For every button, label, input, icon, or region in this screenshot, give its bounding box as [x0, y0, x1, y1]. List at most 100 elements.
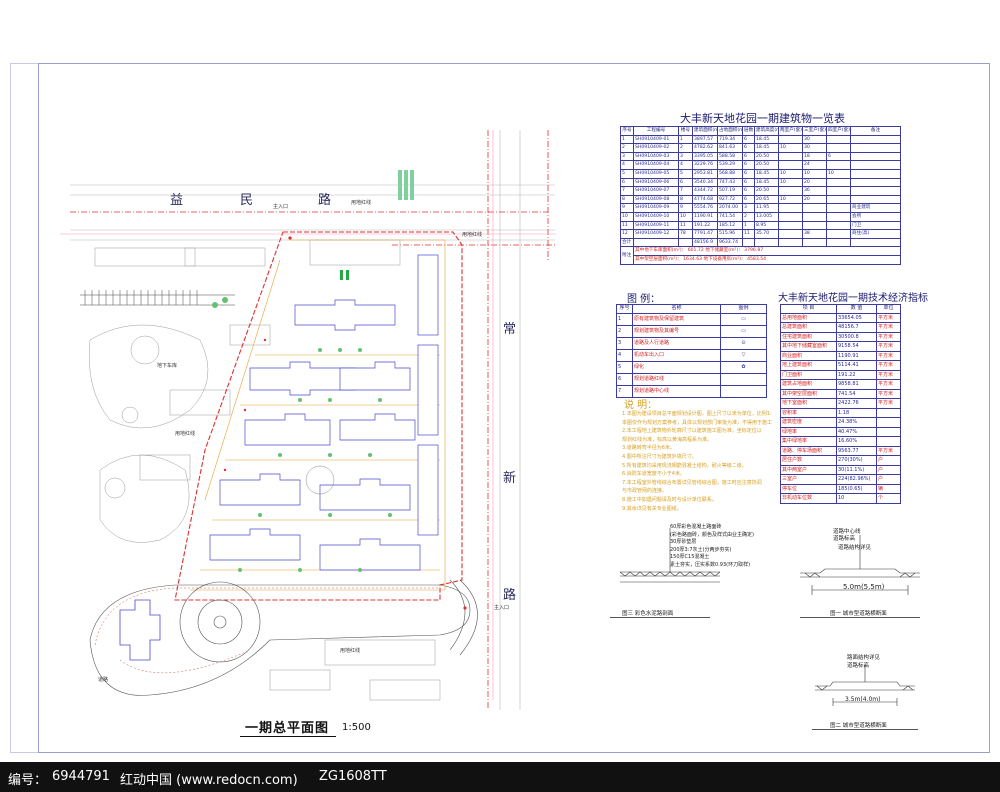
table-cell: 4782.62 [692, 143, 718, 153]
econ-cell: 平方米 [876, 379, 901, 390]
table-cell: 6 [742, 160, 755, 170]
table-cell: 10 [802, 168, 827, 179]
section-layer: 150厚C15混凝土 [670, 554, 710, 560]
table-cell: 38 [802, 229, 827, 239]
table-cell: 6 [742, 194, 755, 205]
watermark-site: 红动中国 (www.redocn.com) [120, 773, 298, 788]
site-line-label-1: 用地红线 [351, 200, 372, 206]
building-table-header-cell: 备注 [850, 126, 901, 136]
note-item: 1.本图为建设项目总平面规划设计图，图上尺寸以米为单位，比例1:1000 [622, 411, 772, 417]
econ-cell: 容积率 [780, 407, 837, 419]
econ-row: 其中架空层面积 741.54 平方米 [780, 388, 901, 400]
table-cell: 6 [742, 168, 755, 179]
table-cell [778, 151, 803, 162]
table-cell: 合计 [620, 237, 634, 248]
econ-row: 集中绿地率 16.60% [780, 436, 901, 447]
section-layer: 60厚彩色混凝土路面砖 [670, 524, 722, 530]
legend-row: 3 道路及人行道路 ⊙ [616, 336, 767, 350]
table-cell [850, 194, 901, 205]
table-cell: 4774.68 [692, 194, 718, 205]
legend-row: 6 规划道路红线 [616, 372, 767, 386]
table-cell: SH0910409-11 [633, 220, 679, 231]
table-row: 2 SH0910409-02 2 4782.62 841.63 6 18.45 10 30 [620, 143, 901, 153]
econ-cell: 平方米 [876, 312, 901, 324]
table-cell: 515.96 [717, 229, 743, 239]
table-cell [826, 211, 851, 222]
econ-row: 居住户数 270(30%) 户 [780, 455, 901, 466]
table-cell: 741.54 [717, 211, 743, 222]
econ-cell: 建筑占地面积 [780, 379, 837, 390]
table-cell: 8.95 [754, 220, 779, 231]
econ-row: 建筑占地面积 9858.81 平方米 [780, 379, 901, 390]
legend-cell: 3 [616, 336, 633, 350]
table-cell: 13.005 [754, 211, 779, 222]
table-row: 7 SH0910409-07 7 4344.72 507.19 6 20.50 36 [620, 186, 901, 196]
econ-row: 建筑密度 24.38% [780, 417, 901, 428]
table-cell [778, 186, 803, 196]
table-cell: 10 [778, 168, 803, 179]
table-cell: 20.65 [754, 194, 779, 205]
table-cell [826, 220, 851, 231]
econ-row: 非机动车位数 10 个 [780, 493, 901, 504]
legend-cell: 机动车出入口 [632, 348, 721, 362]
watermark-code: ZG1608TT [319, 769, 387, 784]
table-cell: 927.72 [717, 194, 743, 205]
section-2-width: 3.5m(4.0m) [845, 696, 881, 703]
table-cell: 11 [678, 220, 693, 231]
table-cell: 10 [678, 211, 693, 222]
table-cell [778, 211, 803, 222]
table-cell: 20 [802, 177, 827, 188]
table-cell [778, 237, 803, 248]
econ-row: 其中两室户 30(11.1%) 户 [780, 464, 901, 476]
entrance-label-north: 主入口 [273, 204, 289, 210]
plan-title-underline [240, 736, 336, 737]
section-2-caption: 图二 城市型道路横断面 [830, 723, 887, 729]
table-cell: SH0910409-03 [633, 151, 679, 162]
building-table-header-cell: 序号 [620, 126, 634, 136]
table-cell: 1 [678, 134, 693, 145]
econ-cell: 1190.91 [836, 350, 877, 362]
table-cell [850, 177, 901, 188]
table-cell: 185.12 [717, 220, 743, 231]
table-cell [850, 143, 901, 153]
table-cell: 商业建筑 [850, 203, 901, 213]
econ-cell: 集中绿地率 [780, 436, 837, 447]
econ-row: 地下室面积 2422.76 平方米 [780, 398, 901, 409]
table-cell: 539.29 [717, 160, 743, 170]
econ-cell: 30(11.1%) [836, 464, 877, 476]
econ-cell: 1.18 [836, 407, 877, 419]
table-row: 4 SH0910409-04 4 3229.76 539.29 6 20.50 24 [620, 160, 901, 170]
table-cell: 6 [826, 151, 851, 162]
table-cell [826, 186, 851, 196]
table-row: 1 SH0910409-01 1 3897.57 719.34 6 18.45 30 [620, 134, 901, 145]
table-cell: 30 [802, 143, 827, 153]
econ-cell: 224(82.96%) [836, 474, 877, 485]
building-table-title: 大丰新天地花园一期建筑物一览表 [680, 112, 845, 125]
legend-row: 5 绿化 ✿ [616, 360, 767, 374]
table-cell: 30 [802, 134, 827, 145]
note-item: 本图仅作为规划方案参考，具体以规划部门审批为准，不得用于施工。 [622, 419, 772, 426]
econ-table: 项 目数 值单位 总用地面积 33654.05 平方米 总建筑面积 48156.7 平方米… [780, 304, 901, 504]
econ-cell: 9158.54 [836, 341, 877, 352]
econ-cell: 33654.05 [836, 312, 877, 324]
table-cell: 3 [678, 151, 693, 162]
table-cell: 2074.00 [717, 203, 743, 213]
econ-cell: 16.60% [836, 436, 877, 447]
econ-cell: 2422.76 [836, 398, 877, 409]
watermark-footer: 编号： 6944791 红动中国 (www.redocn.com) ZG1608… [0, 762, 1000, 792]
econ-cell: 停车位 [780, 483, 837, 495]
table-cell: 18.45 [754, 143, 779, 153]
econ-cell: 平方米 [876, 341, 901, 352]
econ-header-cell: 项 目 [780, 304, 837, 314]
econ-cell: 平方米 [876, 322, 901, 333]
road-small-label: 道路 [98, 677, 109, 683]
section-2-note-2: 道路标高 [847, 663, 870, 669]
table-footnote-label: 附注 [620, 246, 634, 265]
econ-header-cell: 单位 [876, 304, 901, 314]
building-table-header-cell: 建筑高度(m) [754, 126, 779, 136]
table-cell [802, 211, 827, 222]
legend-symbol: ▽ [720, 348, 767, 362]
econ-cell [876, 407, 901, 419]
section-1-caption: 图一 城市型道路横断面 [830, 611, 887, 617]
econ-row: 绿地率 40.47% [780, 426, 901, 438]
